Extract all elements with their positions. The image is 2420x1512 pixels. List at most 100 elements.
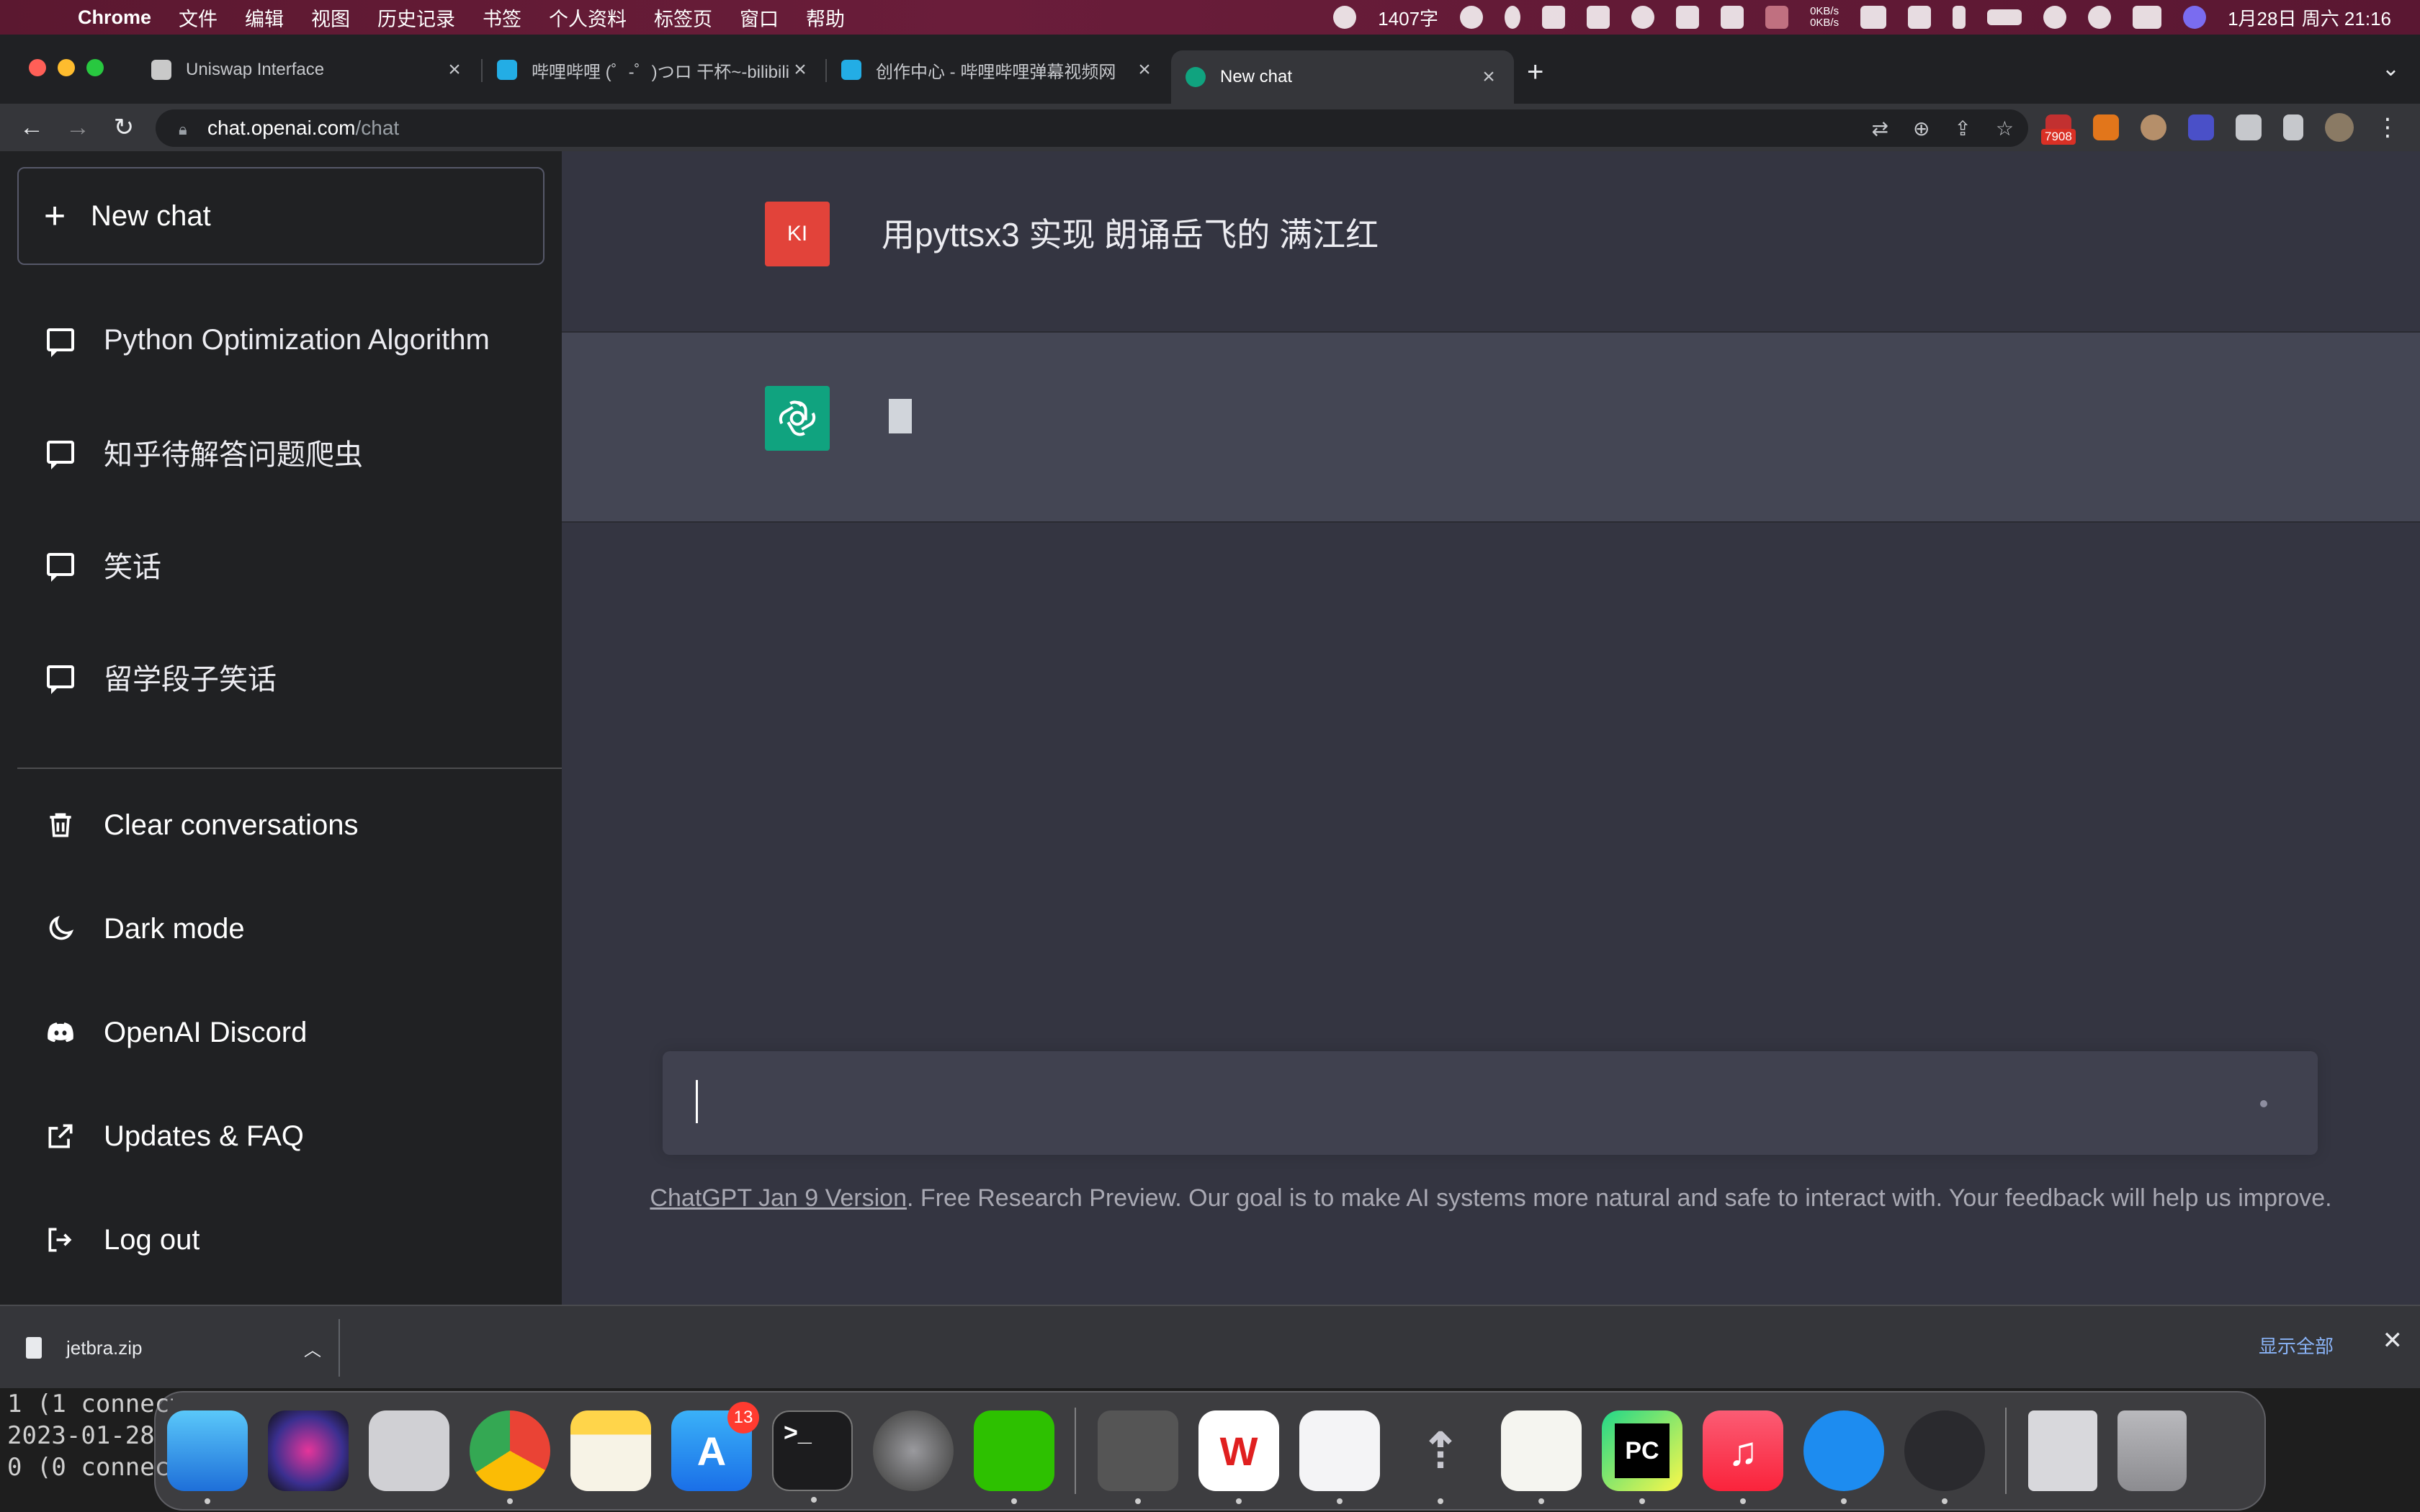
extension-flag-icon[interactable] bbox=[2188, 114, 2214, 140]
microphone-icon[interactable] bbox=[1505, 6, 1521, 29]
reload-icon[interactable]: ↻ bbox=[101, 113, 147, 142]
history-item[interactable]: 笑话 bbox=[17, 524, 544, 605]
metamask-icon[interactable] bbox=[2093, 114, 2119, 140]
emoji-icon[interactable] bbox=[1460, 6, 1484, 29]
wechat-menubar-icon[interactable] bbox=[1631, 6, 1655, 29]
trash-icon[interactable] bbox=[2118, 1410, 2187, 1491]
tab-uniswap[interactable]: Uniswap Interface × bbox=[137, 50, 480, 89]
menu-app-name[interactable]: Chrome bbox=[78, 6, 151, 29]
clock[interactable]: 1月28日 周六 21:16 bbox=[2228, 4, 2391, 31]
menu-profiles[interactable]: 个人资料 bbox=[549, 4, 627, 32]
updates-faq-link[interactable]: Updates & FAQ bbox=[17, 1096, 544, 1176]
rocket-icon[interactable]: ⇡ bbox=[1400, 1410, 1481, 1504]
quicktime-icon[interactable] bbox=[1904, 1410, 1985, 1504]
video-player-icon[interactable] bbox=[1803, 1410, 1884, 1504]
tab-title: New chat bbox=[1220, 67, 1293, 86]
tab-close-icon[interactable]: × bbox=[1134, 58, 1155, 82]
menu-bookmarks[interactable]: 书签 bbox=[483, 4, 521, 32]
tab-bilibili[interactable]: 哔哩哔哩 (゜-゜)つロ 干杯~-bilibili × bbox=[483, 50, 825, 89]
zoom-icon[interactable]: ⊕ bbox=[1913, 117, 1930, 140]
mail-extension-icon[interactable]: 7908 bbox=[2041, 114, 2076, 145]
wifi-icon[interactable] bbox=[2043, 6, 2067, 29]
new-chat-button[interactable]: + New chat bbox=[17, 167, 544, 265]
address-bar[interactable]: 🔒︎ chat.openai.com/chat ⇄ ⊕ ⇪ ☆ bbox=[156, 109, 2028, 147]
wps-icon[interactable]: W bbox=[1198, 1410, 1279, 1504]
chevron-up-icon[interactable]: ︿ bbox=[304, 1336, 321, 1361]
lock-icon[interactable]: 🔒︎ bbox=[179, 120, 193, 138]
menu-window[interactable]: 窗口 bbox=[740, 4, 779, 32]
siri-menubar-icon[interactable] bbox=[2183, 6, 2207, 29]
freeform-icon[interactable] bbox=[1299, 1410, 1380, 1504]
translate-icon[interactable]: ⇄ bbox=[1871, 117, 1888, 140]
kebab-menu-icon[interactable]: ⋮ bbox=[2375, 113, 2400, 142]
app-tray-icon[interactable] bbox=[1765, 6, 1789, 29]
pycharm-icon[interactable]: PC bbox=[1602, 1410, 1682, 1504]
terminal-icon[interactable]: >_ bbox=[772, 1410, 853, 1503]
tab-new-chat[interactable]: New chat × bbox=[1171, 50, 1514, 104]
history-item[interactable]: 知乎待解答问题爬虫 bbox=[17, 412, 544, 492]
clear-conversations-button[interactable]: Clear conversations bbox=[17, 785, 544, 865]
siri-icon[interactable] bbox=[268, 1410, 349, 1491]
volume-icon[interactable] bbox=[1860, 6, 1887, 29]
log-out-button[interactable]: Log out bbox=[17, 1200, 544, 1280]
show-all-downloads-link[interactable]: 显示全部 bbox=[2259, 1332, 2334, 1359]
wps-menubar-icon[interactable] bbox=[1587, 6, 1610, 29]
menu-edit[interactable]: 编辑 bbox=[245, 4, 284, 32]
menu-view[interactable]: 视图 bbox=[311, 4, 350, 32]
fullscreen-window-button[interactable] bbox=[86, 59, 104, 76]
launchpad-icon[interactable] bbox=[369, 1410, 449, 1491]
finder-icon[interactable] bbox=[167, 1410, 248, 1504]
menu-tab[interactable]: 标签页 bbox=[654, 4, 712, 32]
version-link[interactable]: ChatGPT Jan 9 Version bbox=[650, 1184, 907, 1212]
openai-discord-link[interactable]: OpenAI Discord bbox=[17, 992, 544, 1073]
chat-bubble-icon bbox=[17, 553, 104, 582]
footer-text: . Free Research Preview. Our goal is to … bbox=[906, 1184, 2332, 1212]
telegram-icon[interactable] bbox=[1676, 6, 1700, 29]
input-method-icon[interactable] bbox=[1542, 6, 1566, 29]
chrome-icon[interactable] bbox=[470, 1410, 550, 1504]
minimize-window-button[interactable] bbox=[58, 59, 75, 76]
control-center-icon[interactable] bbox=[2133, 6, 2162, 29]
tab-bilibili-creator[interactable]: 创作中心 - 哔哩哔哩弹幕视频网 × bbox=[827, 50, 1170, 89]
send-loading-icon[interactable] bbox=[2260, 1100, 2267, 1107]
wechat-icon[interactable] bbox=[974, 1410, 1054, 1504]
history-item[interactable]: Python Optimization Algorithm bbox=[17, 300, 544, 380]
close-window-button[interactable] bbox=[29, 59, 46, 76]
menu-help[interactable]: 帮助 bbox=[806, 4, 845, 32]
record-icon[interactable] bbox=[1333, 6, 1357, 29]
archive-icon[interactable] bbox=[2028, 1410, 2097, 1491]
back-arrow-icon[interactable]: ← bbox=[9, 114, 55, 142]
close-download-shelf-icon[interactable]: ✕ bbox=[2383, 1326, 2403, 1355]
tab-close-icon[interactable]: × bbox=[1478, 65, 1500, 89]
bookmark-star-icon[interactable]: ☆ bbox=[1996, 117, 2014, 140]
textedit-icon[interactable] bbox=[1501, 1410, 1582, 1504]
share-icon[interactable]: ⇪ bbox=[1954, 117, 1971, 140]
forward-arrow-icon[interactable]: → bbox=[55, 114, 101, 142]
puzzle-extensions-icon[interactable] bbox=[2236, 114, 2262, 140]
extension-avatar-icon[interactable] bbox=[2141, 114, 2166, 140]
battery-icon[interactable] bbox=[1987, 9, 2022, 25]
tab-close-icon[interactable]: × bbox=[789, 58, 811, 82]
tab-close-icon[interactable]: × bbox=[444, 58, 465, 82]
file-icon bbox=[26, 1337, 42, 1359]
menu-file[interactable]: 文件 bbox=[179, 4, 218, 32]
menu-history[interactable]: 历史记录 bbox=[377, 4, 455, 32]
new-tab-button[interactable]: + bbox=[1527, 56, 1543, 89]
history-item[interactable]: 留学段子笑话 bbox=[17, 636, 544, 717]
dark-mode-button[interactable]: Dark mode bbox=[17, 888, 544, 969]
profile-avatar[interactable] bbox=[2325, 113, 2354, 142]
music-icon[interactable]: ♫ bbox=[1703, 1410, 1783, 1504]
notes-icon[interactable] bbox=[570, 1410, 651, 1491]
message-input-box[interactable] bbox=[663, 1051, 2318, 1155]
message-input[interactable] bbox=[691, 1080, 2204, 1126]
spotlight-search-icon[interactable] bbox=[2088, 6, 2112, 29]
system-settings-icon[interactable] bbox=[873, 1410, 954, 1491]
tab-search-chevron-icon[interactable]: ⌄ bbox=[2382, 56, 2400, 81]
keyboard-icon[interactable] bbox=[1721, 6, 1744, 29]
scrivener-icon[interactable] bbox=[1908, 6, 1932, 29]
app-store-icon[interactable]: A 13 bbox=[671, 1402, 759, 1491]
side-panel-icon[interactable] bbox=[2283, 114, 2303, 140]
calculator-icon[interactable] bbox=[1098, 1410, 1178, 1504]
download-item[interactable]: jetbra.zip ︿ bbox=[26, 1322, 336, 1374]
bluetooth-icon[interactable] bbox=[1953, 6, 1966, 29]
